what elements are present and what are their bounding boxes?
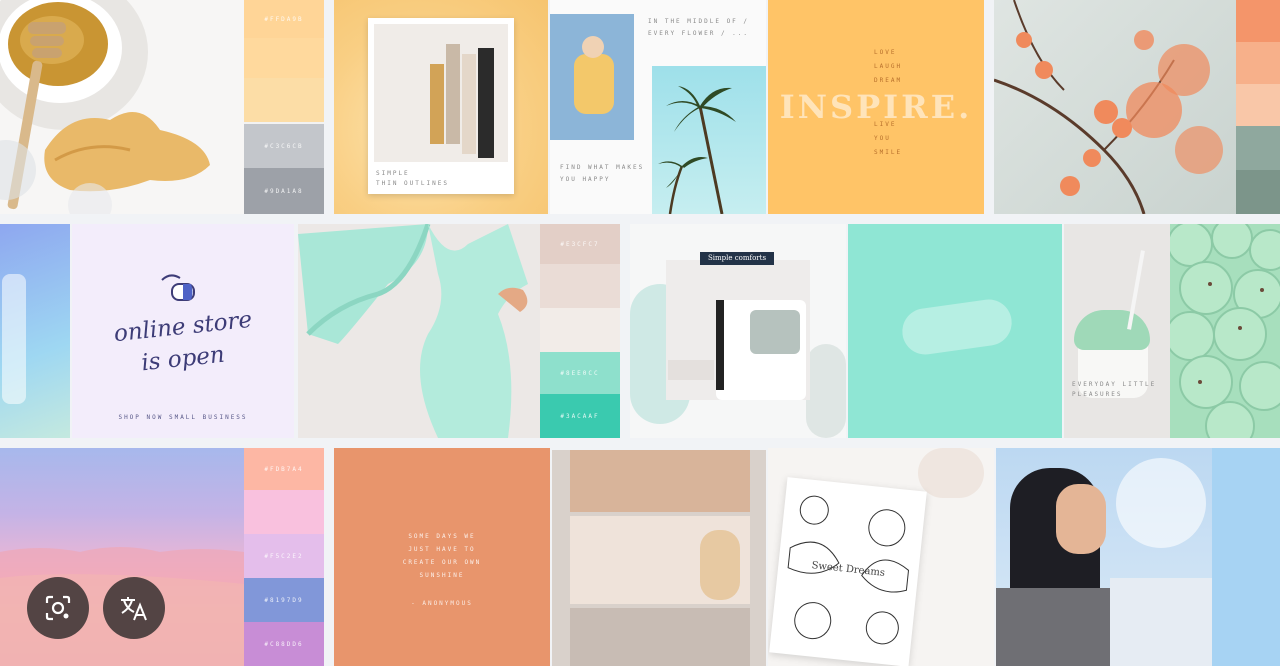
honey-illustration	[0, 0, 211, 214]
bedroom-photo	[666, 260, 810, 400]
translate-button[interactable]	[103, 577, 165, 639]
swatch	[244, 78, 324, 122]
lens-button[interactable]	[27, 577, 89, 639]
beach-card[interactable]: In the middle of / every flower / ... Fi…	[550, 0, 766, 214]
swatch: #3ACAAF	[540, 394, 620, 438]
quote-author: - anonymous	[411, 600, 473, 607]
woman-portrait-photo[interactable]	[996, 448, 1212, 666]
swatch	[1236, 170, 1280, 214]
swatch	[1236, 0, 1280, 42]
blossom-palette	[1236, 0, 1280, 214]
quote-card[interactable]: Some days we just have to create our own…	[334, 448, 550, 666]
swatch: #E3CFC7	[540, 224, 620, 264]
swatch	[1236, 84, 1280, 126]
desert-palette: #FDB7A4 #F5C2E2 #8197D9 #C88DD6	[244, 448, 324, 666]
photo-frame: Simple thin outlines	[368, 18, 514, 194]
blossom-illustration	[994, 0, 1223, 214]
scoops-illustration	[1170, 224, 1280, 438]
brush-stroke	[806, 344, 846, 438]
online-store-card[interactable]: online store is open SHOP NOW SMALL BUSI…	[72, 224, 294, 438]
bottom-text: Find what makes you happy	[560, 164, 645, 183]
yoga-palette: #E3CFC7 #8EE0CC #3ACAAF	[540, 224, 620, 438]
sky-strip	[1212, 448, 1280, 666]
caption: Everyday little pleasures	[1072, 381, 1157, 398]
word-list: LOVE LAUGH DREAM LIVE YOU SMILE	[874, 49, 903, 156]
swatch	[540, 308, 620, 352]
blossom-photo[interactable]	[994, 0, 1236, 214]
gradient-photo[interactable]	[0, 224, 70, 438]
swatch: #C88DD6	[244, 622, 324, 666]
bedroom-card[interactable]: Simple comforts	[630, 224, 846, 438]
mouse-icon	[161, 274, 195, 301]
swatch: #C3C6CB	[244, 124, 324, 168]
quote-text: Some days we just have to create our own…	[402, 533, 482, 579]
icecream-scoops-photo[interactable]	[1170, 224, 1280, 438]
yoga-photo[interactable]	[298, 224, 540, 438]
badge: Simple comforts	[700, 252, 774, 265]
woman-photo	[550, 14, 634, 140]
collage-photo[interactable]	[552, 450, 766, 666]
swatch: #FFDA9B	[244, 0, 324, 38]
swatch: #FDB7A4	[244, 448, 324, 490]
clothes-photo	[374, 24, 508, 162]
camera-search-icon	[45, 595, 71, 621]
swatch: #8EE0CC	[540, 352, 620, 394]
inspire-card[interactable]: INSPIRE. LOVE LAUGH DREAM LIVE YOU SMILE	[768, 0, 984, 214]
brush-stroke	[899, 296, 1015, 358]
honey-photo[interactable]	[0, 0, 244, 214]
coloring-page: Sweet Dreams	[769, 477, 927, 666]
mint-card[interactable]	[848, 224, 1062, 438]
swatch	[1236, 126, 1280, 170]
swatch: #8197D9	[244, 578, 324, 622]
coloring-page-photo[interactable]: Sweet Dreams	[768, 448, 994, 666]
icecream-cup-photo[interactable]: Everyday little pleasures	[1064, 224, 1170, 438]
swatch: #F5C2E2	[244, 534, 324, 578]
clothes-card[interactable]: Simple thin outlines	[334, 0, 548, 214]
swatch	[244, 38, 324, 78]
footer-text: SHOP NOW SMALL BUSINESS	[118, 414, 248, 421]
translate-icon	[121, 597, 147, 621]
palm-photo	[652, 66, 766, 214]
honey-palette: #FFDA9B #C3C6CB #9DA1A8	[244, 0, 324, 214]
caption: Simple	[376, 170, 410, 177]
yoga-illustration	[298, 224, 528, 438]
swatch	[1236, 42, 1280, 84]
swatch	[244, 490, 324, 534]
caption: thin outlines	[376, 180, 449, 187]
swatch	[540, 264, 620, 308]
swatch: #9DA1A8	[244, 168, 324, 214]
top-text: In the middle of / every flower / ...	[648, 18, 750, 37]
